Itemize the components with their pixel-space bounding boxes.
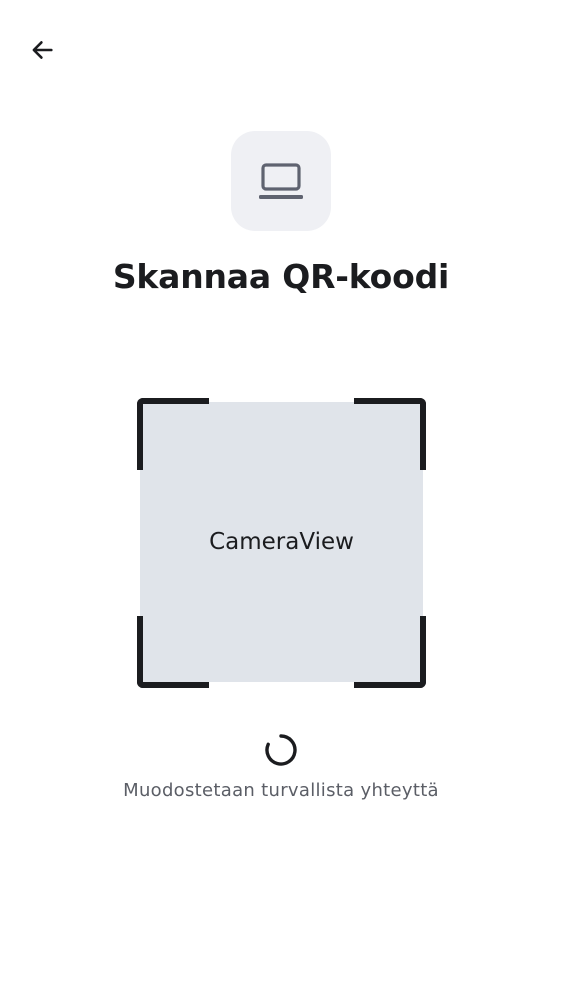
scanner-corner-top-right: [354, 398, 426, 470]
laptop-icon: [259, 163, 303, 199]
device-icon-tile: [231, 131, 331, 231]
back-button[interactable]: [20, 28, 64, 72]
loading-spinner-icon: [265, 734, 297, 766]
arrow-left-icon: [32, 41, 53, 59]
scanner-corner-top-left: [137, 398, 209, 470]
page-title: Skannaa QR-koodi: [112, 257, 450, 296]
scanner-corner-bottom-right: [354, 616, 426, 688]
scanner-corner-bottom-left: [137, 616, 209, 688]
qr-scanner: CameraView: [137, 398, 426, 688]
status-message: Muodostetaan turvallista yhteyttä: [123, 780, 439, 801]
camera-view-label: CameraView: [209, 529, 354, 555]
